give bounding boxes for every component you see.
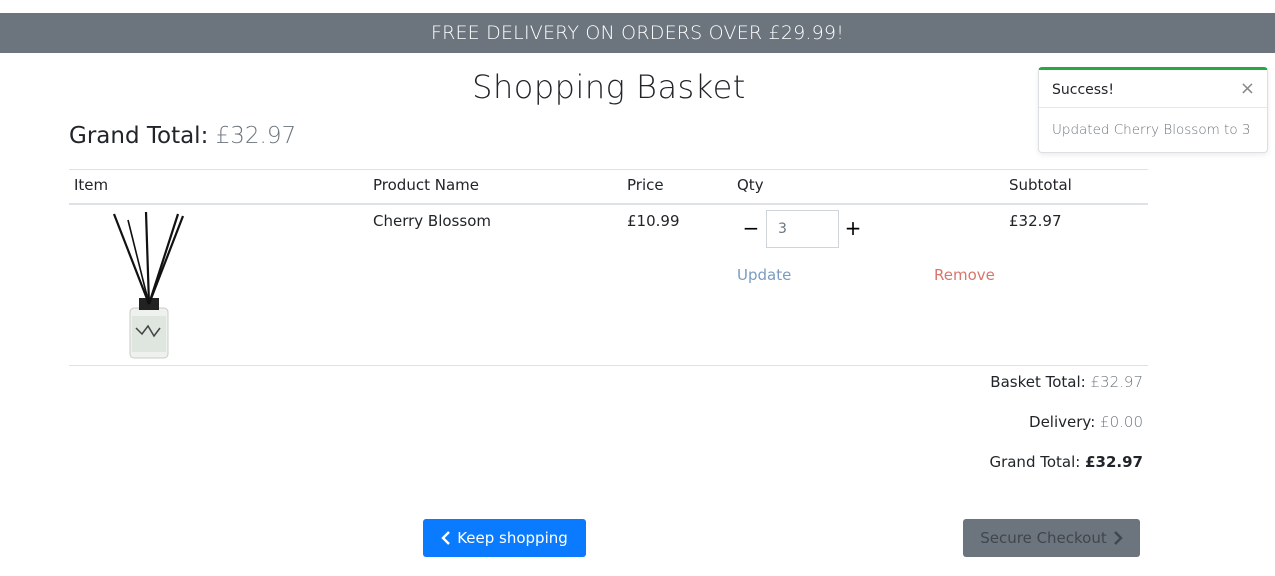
product-price: £10.99 bbox=[627, 212, 680, 230]
basket-total-label: Basket Total: bbox=[990, 373, 1086, 391]
grand-total-heading: Grand Total: £32.97 bbox=[69, 123, 296, 149]
page-title: Shopping Basket bbox=[472, 68, 746, 106]
table-row-border bbox=[69, 365, 1148, 366]
column-header-item: Item bbox=[74, 176, 109, 194]
chevron-right-icon bbox=[1113, 531, 1123, 545]
close-icon[interactable]: × bbox=[1240, 78, 1255, 99]
keep-shopping-button[interactable]: Keep shopping bbox=[423, 519, 586, 557]
secure-checkout-button[interactable]: Secure Checkout bbox=[963, 519, 1140, 557]
basket-total: Basket Total: £32.97 bbox=[990, 373, 1143, 391]
free-delivery-banner: FREE DELIVERY ON ORDERS OVER £29.99! bbox=[0, 13, 1275, 53]
toast-header: Success! × bbox=[1039, 70, 1267, 108]
delivery-value: £0.00 bbox=[1100, 413, 1143, 431]
column-header-subtotal: Subtotal bbox=[1009, 176, 1072, 194]
column-header-qty: Qty bbox=[737, 176, 764, 194]
decrease-quantity-button[interactable]: − bbox=[740, 213, 762, 243]
product-subtotal: £32.97 bbox=[1009, 212, 1062, 230]
basket-total-value: £32.97 bbox=[1090, 373, 1144, 391]
delivery-label: Delivery: bbox=[1029, 413, 1096, 431]
table-top-border bbox=[69, 169, 1148, 170]
grand-total-label: Grand Total: bbox=[989, 453, 1081, 471]
increase-quantity-button[interactable]: + bbox=[842, 213, 864, 243]
column-header-product-name: Product Name bbox=[373, 176, 479, 194]
grand-total-value: £32.97 bbox=[1085, 453, 1143, 471]
product-name: Cherry Blossom bbox=[373, 212, 491, 230]
secure-checkout-label: Secure Checkout bbox=[980, 529, 1107, 547]
grand-total-heading-value: £32.97 bbox=[215, 123, 297, 149]
toast-title: Success! bbox=[1052, 82, 1114, 98]
quantity-input[interactable] bbox=[766, 210, 839, 248]
column-header-price: Price bbox=[627, 176, 664, 194]
grand-total-heading-label: Grand Total: bbox=[69, 123, 209, 149]
reed-diffuser-image bbox=[112, 211, 185, 359]
toast-message: Updated Cherry Blossom to 3 bbox=[1052, 122, 1251, 138]
grand-total: Grand Total: £32.97 bbox=[989, 453, 1143, 471]
remove-item-link[interactable]: Remove bbox=[934, 266, 995, 284]
chevron-left-icon bbox=[441, 531, 451, 545]
delivery-cost: Delivery: £0.00 bbox=[1029, 413, 1143, 431]
success-toast: Success! × Updated Cherry Blossom to 3 bbox=[1038, 67, 1268, 153]
keep-shopping-label: Keep shopping bbox=[457, 529, 568, 547]
table-header-border bbox=[69, 203, 1148, 205]
update-quantity-link[interactable]: Update bbox=[737, 266, 791, 284]
